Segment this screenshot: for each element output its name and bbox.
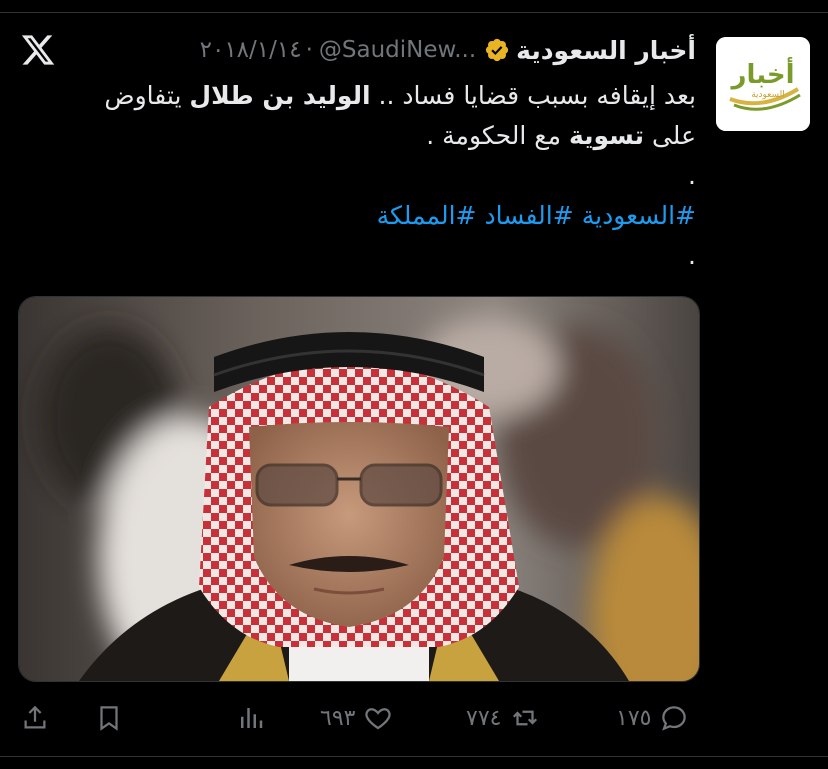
tweet-date[interactable]: ٢٠١٨/١/١٤ xyxy=(200,37,302,63)
text-segment: مع الحكومة . xyxy=(426,121,569,150)
divider xyxy=(0,12,828,13)
user-handle[interactable]: @SaudiNew... xyxy=(319,37,476,63)
hashtags: #السعودية #الفساد#المملكة xyxy=(16,196,696,236)
views-button[interactable] xyxy=(236,696,266,740)
tweet-line-1: بعد إيقافه بسبب قضايا فساد .. الوليد بن … xyxy=(16,76,696,116)
bold-text: تسوية xyxy=(568,121,645,150)
text-segment: يتفاوض xyxy=(104,81,190,110)
reply-count: ١٧٥ xyxy=(616,705,652,731)
text-segment: على xyxy=(644,121,696,150)
retweet-button[interactable]: ٧٧٤ xyxy=(466,696,541,740)
bookmark-button[interactable] xyxy=(94,696,124,740)
portrait-image xyxy=(19,297,699,681)
saudi-news-logo: أخبار السعودية xyxy=(716,37,810,131)
tweet-photo[interactable] xyxy=(18,296,700,682)
tweet-header: أخبار السعودية @SaudiNew... · ٢٠١٨/١/١٤ xyxy=(200,30,696,70)
text-segment: بعد إيقافه بسبب قضايا فساد .. xyxy=(370,81,696,110)
bookmark-icon xyxy=(100,706,118,731)
tweet-line-2: على تسوية مع الحكومة . xyxy=(16,116,696,156)
like-button[interactable]: ٦٩٣ xyxy=(320,696,393,740)
heart-icon xyxy=(365,708,392,730)
tweet-text: بعد إيقافه بسبب قضايا فساد .. الوليد بن … xyxy=(16,76,696,276)
avatar[interactable]: أخبار السعودية xyxy=(716,37,810,131)
reply-button[interactable]: ١٧٥ xyxy=(616,696,689,740)
retweet-count: ٧٧٤ xyxy=(466,705,502,731)
tweet-line-dot: . xyxy=(688,161,696,190)
verified-badge-icon xyxy=(486,38,509,62)
logo-text: أخبار xyxy=(730,57,795,90)
reply-icon xyxy=(662,706,687,731)
logo-subtext: السعودية xyxy=(751,90,785,100)
views-icon xyxy=(241,708,263,728)
divider xyxy=(0,756,828,757)
display-name[interactable]: أخبار السعودية xyxy=(516,36,696,65)
like-count: ٦٩٣ xyxy=(320,705,356,731)
hashtag-link[interactable]: #الفساد xyxy=(484,201,573,230)
hashtag-link[interactable]: #المملكة xyxy=(377,201,477,230)
tweet-card: أخبار السعودية أخبار السعودية @SaudiNew.… xyxy=(0,0,828,769)
separator-dot: · xyxy=(305,37,313,63)
share-icon xyxy=(24,705,46,729)
tweet-line-dot: . xyxy=(688,241,696,270)
bold-text: الوليد بن طلال xyxy=(189,81,371,110)
action-bar: ١٧٥ ٧٧٤ ٦٩٣ xyxy=(0,696,828,740)
hashtag-link[interactable]: #السعودية xyxy=(582,201,696,230)
x-logo-icon[interactable] xyxy=(20,32,56,68)
share-button[interactable] xyxy=(20,696,50,740)
retweet-icon xyxy=(513,710,538,726)
